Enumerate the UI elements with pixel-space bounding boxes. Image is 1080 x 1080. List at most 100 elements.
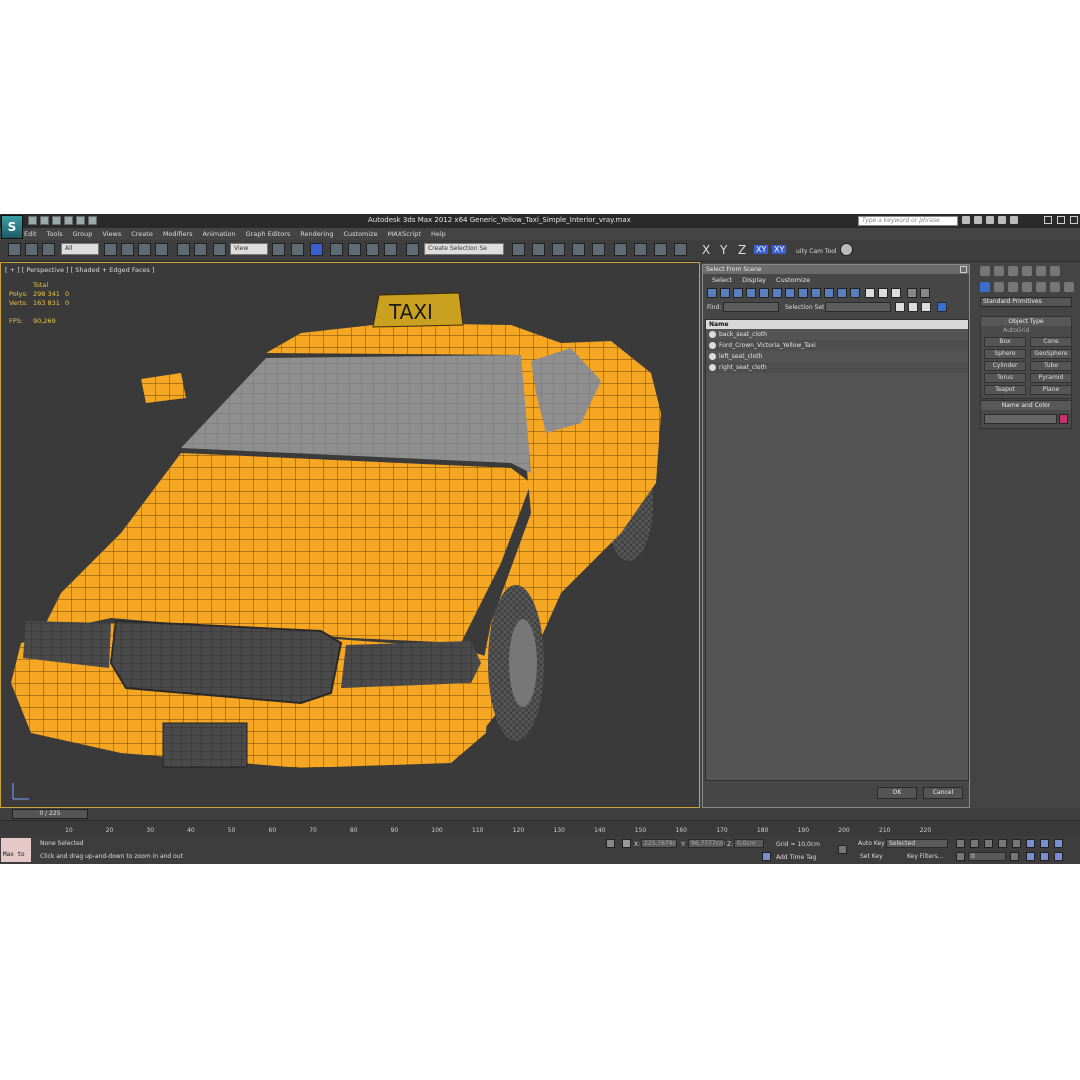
goto-start-icon[interactable] bbox=[956, 839, 965, 848]
select-none-icon[interactable] bbox=[878, 288, 888, 298]
layer-manager-icon[interactable] bbox=[552, 243, 565, 256]
pan-icon[interactable] bbox=[1026, 852, 1035, 861]
y-coord-field[interactable]: 96,7777cm bbox=[688, 839, 725, 848]
time-config-icon[interactable] bbox=[1010, 852, 1019, 861]
subscription-icon[interactable] bbox=[974, 216, 982, 224]
menu-item-views[interactable]: Views bbox=[102, 228, 121, 240]
menu-item-group[interactable]: Group bbox=[73, 228, 93, 240]
help-icon[interactable] bbox=[1010, 216, 1018, 224]
pivot-center-icon[interactable] bbox=[272, 243, 285, 256]
unlink-icon[interactable] bbox=[25, 243, 38, 256]
edit-named-selection-icon[interactable] bbox=[406, 243, 419, 256]
time-slider[interactable]: 0 / 225 bbox=[12, 809, 88, 819]
display-groups-icon[interactable] bbox=[785, 288, 795, 298]
angle-snap-icon[interactable] bbox=[348, 243, 361, 256]
name-color-header[interactable]: Name and Color bbox=[981, 401, 1071, 410]
primitive-type-dropdown[interactable]: Standard Primitives bbox=[980, 297, 1072, 307]
graphite-toolbar-icon[interactable] bbox=[572, 243, 585, 256]
set-key-button[interactable]: Set Key bbox=[860, 853, 883, 860]
list-item[interactable]: right_seat_cloth bbox=[706, 362, 968, 373]
autogrid-checkbox[interactable]: AutoGrid bbox=[981, 326, 1071, 336]
display-shapes-icon[interactable] bbox=[720, 288, 730, 298]
object-type-header[interactable]: Object Type bbox=[981, 317, 1071, 326]
axis-plane-button[interactable]: XY bbox=[772, 245, 787, 254]
previous-frame-icon[interactable] bbox=[970, 839, 979, 848]
cylinder-button[interactable]: Cylinder bbox=[984, 361, 1026, 371]
display-tab-icon[interactable] bbox=[1036, 266, 1046, 276]
axis-x-button[interactable]: X bbox=[702, 243, 710, 257]
spacewarps-icon[interactable] bbox=[1050, 282, 1060, 292]
sphere-button[interactable]: Sphere bbox=[984, 349, 1026, 359]
select-all-icon[interactable] bbox=[865, 288, 875, 298]
hierarchy-tab-icon[interactable] bbox=[1008, 266, 1018, 276]
object-name-input[interactable] bbox=[984, 414, 1057, 424]
menu-item-customize[interactable]: Customize bbox=[343, 228, 377, 240]
orbit-icon[interactable] bbox=[1040, 852, 1049, 861]
pyramid-button[interactable]: Pyramid bbox=[1030, 373, 1072, 383]
time-tag-icon[interactable] bbox=[762, 852, 771, 861]
minimize-icon[interactable] bbox=[1044, 216, 1052, 224]
spinner-snap-icon[interactable] bbox=[384, 243, 397, 256]
menu-item-modifiers[interactable]: Modifiers bbox=[163, 228, 193, 240]
rotate-icon[interactable] bbox=[194, 243, 207, 256]
menu-item-rendering[interactable]: Rendering bbox=[300, 228, 333, 240]
display-lights-icon[interactable] bbox=[733, 288, 743, 298]
app-logo-button[interactable]: S bbox=[1, 215, 23, 239]
menu-item-maxscript[interactable]: MAXScript bbox=[388, 228, 421, 240]
cone-button[interactable]: Cone bbox=[1030, 337, 1072, 347]
display-geometry-icon[interactable] bbox=[707, 288, 717, 298]
rendered-frame-icon[interactable] bbox=[654, 243, 667, 256]
key-mode-toggle-icon[interactable] bbox=[956, 852, 965, 861]
filter-icon[interactable] bbox=[907, 288, 917, 298]
display-xrefs-icon[interactable] bbox=[798, 288, 808, 298]
display-bones-icon[interactable] bbox=[811, 288, 821, 298]
dialog-menu-select[interactable]: Select bbox=[712, 274, 732, 286]
menu-item-edit[interactable]: Edit bbox=[24, 228, 37, 240]
list-item[interactable]: back_seat_cloth bbox=[706, 329, 968, 340]
scale-icon[interactable] bbox=[213, 243, 226, 256]
select-invert-icon[interactable] bbox=[891, 288, 901, 298]
maxscript-listener[interactable]: Max to bbox=[1, 838, 31, 862]
display-frozen-icon[interactable] bbox=[837, 288, 847, 298]
box-button[interactable]: Box bbox=[984, 337, 1026, 347]
perspective-viewport[interactable]: TAXI [ + ] [ Perspective ] [ Shaded + Ed… bbox=[0, 262, 700, 808]
viewport-label[interactable]: [ + ] [ Perspective ] [ Shaded + Edged F… bbox=[5, 266, 155, 274]
dialog-menu-display[interactable]: Display bbox=[742, 274, 766, 286]
axis-z-button[interactable]: Z bbox=[738, 243, 746, 257]
next-frame-icon[interactable] bbox=[998, 839, 1007, 848]
window-crossing-icon[interactable] bbox=[155, 243, 168, 256]
cameras-icon[interactable] bbox=[1022, 282, 1032, 292]
maximize-icon[interactable] bbox=[1057, 216, 1065, 224]
filter-options-icon[interactable] bbox=[920, 288, 930, 298]
display-containers-icon[interactable] bbox=[824, 288, 834, 298]
bind-space-warp-icon[interactable] bbox=[42, 243, 55, 256]
torus-button[interactable]: Torus bbox=[984, 373, 1026, 383]
save-icon[interactable] bbox=[52, 216, 61, 225]
region-select-icon[interactable] bbox=[138, 243, 151, 256]
cam-tool-icon[interactable] bbox=[840, 243, 853, 256]
lights-icon[interactable] bbox=[1008, 282, 1018, 292]
render-teapot-icon[interactable] bbox=[674, 243, 687, 256]
set-options-icon[interactable] bbox=[937, 302, 947, 312]
curve-editor-icon[interactable] bbox=[592, 243, 605, 256]
list-item[interactable]: left_seat_cloth bbox=[706, 351, 968, 362]
zoom-all-icon[interactable] bbox=[1040, 839, 1049, 848]
maximize-viewport-icon[interactable] bbox=[1054, 852, 1063, 861]
keyboard-shortcut-icon[interactable] bbox=[310, 243, 323, 256]
new-icon[interactable] bbox=[28, 216, 37, 225]
list-item[interactable]: Ford_Crown_Victoria_Yellow_Taxi bbox=[706, 340, 968, 351]
close-icon[interactable] bbox=[1070, 216, 1078, 224]
dialog-close-icon[interactable] bbox=[960, 266, 967, 273]
modify-tab-icon[interactable] bbox=[994, 266, 1004, 276]
communication-icon[interactable] bbox=[986, 216, 994, 224]
display-helpers-icon[interactable] bbox=[759, 288, 769, 298]
name-column-header[interactable]: Name bbox=[706, 320, 968, 329]
remove-set-icon[interactable] bbox=[908, 302, 918, 312]
dialog-menu-customize[interactable]: Customize bbox=[776, 274, 810, 286]
select-by-name-icon[interactable] bbox=[121, 243, 134, 256]
undo-icon[interactable] bbox=[64, 216, 73, 225]
project-icon[interactable] bbox=[88, 216, 97, 225]
align-icon[interactable] bbox=[532, 243, 545, 256]
snaps-toggle-icon[interactable] bbox=[330, 243, 343, 256]
favorites-icon[interactable] bbox=[998, 216, 1006, 224]
